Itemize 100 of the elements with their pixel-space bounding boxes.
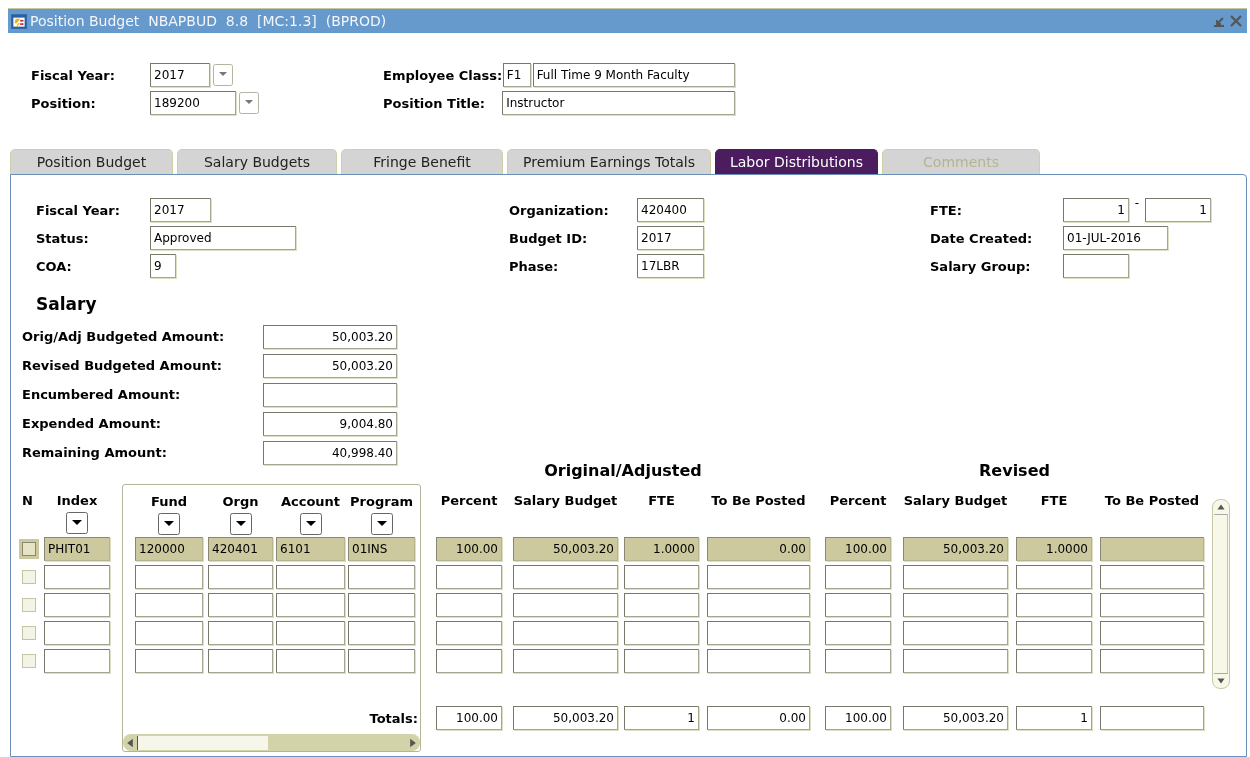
grid-field[interactable]: 120000 xyxy=(135,537,203,561)
total-field[interactable]: 100.00 xyxy=(825,706,891,730)
tab[interactable]: Position Budget xyxy=(10,149,173,174)
grid-field[interactable] xyxy=(707,593,810,617)
grid-field[interactable] xyxy=(44,621,110,645)
grid-field[interactable] xyxy=(436,593,502,617)
tab[interactable]: Salary Budgets xyxy=(177,149,337,174)
grid-field[interactable] xyxy=(348,621,415,645)
grid-field[interactable] xyxy=(276,593,345,617)
grid-field[interactable] xyxy=(135,593,203,617)
total-field[interactable]: 50,003.20 xyxy=(513,706,618,730)
form-field[interactable]: 17LBR xyxy=(637,254,704,278)
checkbox[interactable] xyxy=(22,542,36,556)
grid-field[interactable] xyxy=(135,621,203,645)
grid-field[interactable] xyxy=(707,621,810,645)
grid-field[interactable]: 0.00 xyxy=(707,537,810,561)
grid-field[interactable] xyxy=(624,649,699,673)
grid-field[interactable] xyxy=(135,565,203,589)
grid-field[interactable] xyxy=(513,621,618,645)
grid-field[interactable] xyxy=(208,621,273,645)
grid-field[interactable] xyxy=(903,621,1008,645)
amount-field[interactable] xyxy=(263,382,397,407)
grid-field[interactable]: PHIT01 xyxy=(44,537,110,561)
grid-field[interactable] xyxy=(1016,621,1092,645)
minimize-icon[interactable] xyxy=(1212,14,1226,28)
form-field[interactable]: 2017 xyxy=(637,226,704,250)
grid-field[interactable] xyxy=(44,565,110,589)
total-field[interactable]: 1 xyxy=(1016,706,1092,730)
grid-field[interactable] xyxy=(513,593,618,617)
key-field[interactable]: 189200 xyxy=(150,91,236,115)
grid-field[interactable] xyxy=(436,621,502,645)
checkbox[interactable] xyxy=(22,570,36,584)
total-field[interactable]: 50,003.20 xyxy=(903,706,1008,730)
grid-field[interactable] xyxy=(513,565,618,589)
code-field[interactable]: F1 xyxy=(502,63,531,87)
dropdown-button[interactable] xyxy=(66,512,88,534)
grid-field[interactable] xyxy=(707,565,810,589)
horizontal-scrollbar[interactable] xyxy=(123,734,420,751)
form-field[interactable]: 1 xyxy=(1145,198,1211,222)
checkbox[interactable] xyxy=(22,654,36,668)
grid-field[interactable] xyxy=(1100,537,1204,561)
key-field[interactable]: Instructor xyxy=(502,91,735,115)
grid-field[interactable] xyxy=(276,565,345,589)
vertical-scrollbar[interactable] xyxy=(1212,499,1230,689)
grid-field[interactable] xyxy=(825,621,891,645)
grid-field[interactable] xyxy=(436,565,502,589)
grid-field[interactable] xyxy=(44,593,110,617)
key-field[interactable]: 2017 xyxy=(150,63,210,87)
dropdown-button[interactable] xyxy=(370,513,393,535)
grid-field[interactable]: 1.0000 xyxy=(1016,537,1092,561)
grid-field[interactable] xyxy=(348,593,415,617)
grid-field[interactable] xyxy=(208,593,273,617)
close-icon[interactable] xyxy=(1229,14,1243,28)
grid-field[interactable]: 100.00 xyxy=(825,537,891,561)
form-field[interactable]: 9 xyxy=(150,254,176,278)
form-field[interactable]: 2017 xyxy=(150,198,211,222)
dropdown-button[interactable] xyxy=(158,513,180,535)
grid-field[interactable] xyxy=(135,649,203,673)
dropdown-button[interactable] xyxy=(299,513,322,535)
form-field[interactable]: 01-JUL-2016 xyxy=(1063,226,1168,250)
tab[interactable]: Labor Distributions xyxy=(715,149,878,174)
total-field[interactable]: 100.00 xyxy=(436,706,502,730)
grid-field[interactable]: 1.0000 xyxy=(624,537,699,561)
grid-field[interactable] xyxy=(825,649,891,673)
grid-field[interactable] xyxy=(1016,565,1092,589)
form-field[interactable]: 1 xyxy=(1063,198,1129,222)
grid-field[interactable] xyxy=(1100,565,1204,589)
total-field[interactable] xyxy=(1100,706,1204,730)
grid-field[interactable] xyxy=(208,565,273,589)
grid-field[interactable] xyxy=(903,565,1008,589)
description-field[interactable]: Full Time 9 Month Faculty xyxy=(532,63,735,87)
grid-field[interactable]: 50,003.20 xyxy=(513,537,618,561)
grid-field[interactable] xyxy=(208,649,273,673)
amount-field[interactable]: 50,003.20 xyxy=(263,353,397,378)
dropdown-button[interactable] xyxy=(229,513,252,535)
grid-field[interactable] xyxy=(825,565,891,589)
form-field[interactable] xyxy=(1063,254,1129,278)
total-field[interactable]: 0.00 xyxy=(707,706,810,730)
grid-field[interactable] xyxy=(1100,621,1204,645)
grid-field[interactable] xyxy=(1100,649,1204,673)
grid-field[interactable]: 50,003.20 xyxy=(903,537,1008,561)
grid-field[interactable] xyxy=(624,621,699,645)
grid-field[interactable] xyxy=(44,649,110,673)
grid-field[interactable] xyxy=(624,593,699,617)
grid-field[interactable] xyxy=(624,565,699,589)
amount-field[interactable]: 9,004.80 xyxy=(263,411,397,436)
grid-field[interactable] xyxy=(1016,593,1092,617)
grid-field[interactable] xyxy=(348,649,415,673)
total-field[interactable]: 1 xyxy=(624,706,699,730)
amount-field[interactable]: 50,003.20 xyxy=(263,324,397,349)
grid-field[interactable] xyxy=(513,649,618,673)
tab[interactable]: Premium Earnings Totals xyxy=(507,149,711,174)
checkbox[interactable] xyxy=(22,598,36,612)
grid-field[interactable] xyxy=(903,593,1008,617)
grid-field[interactable] xyxy=(348,565,415,589)
form-field[interactable]: 420400 xyxy=(637,198,704,222)
grid-field[interactable] xyxy=(276,649,345,673)
grid-field[interactable] xyxy=(276,621,345,645)
grid-field[interactable] xyxy=(825,593,891,617)
form-field[interactable]: Approved xyxy=(150,226,296,250)
